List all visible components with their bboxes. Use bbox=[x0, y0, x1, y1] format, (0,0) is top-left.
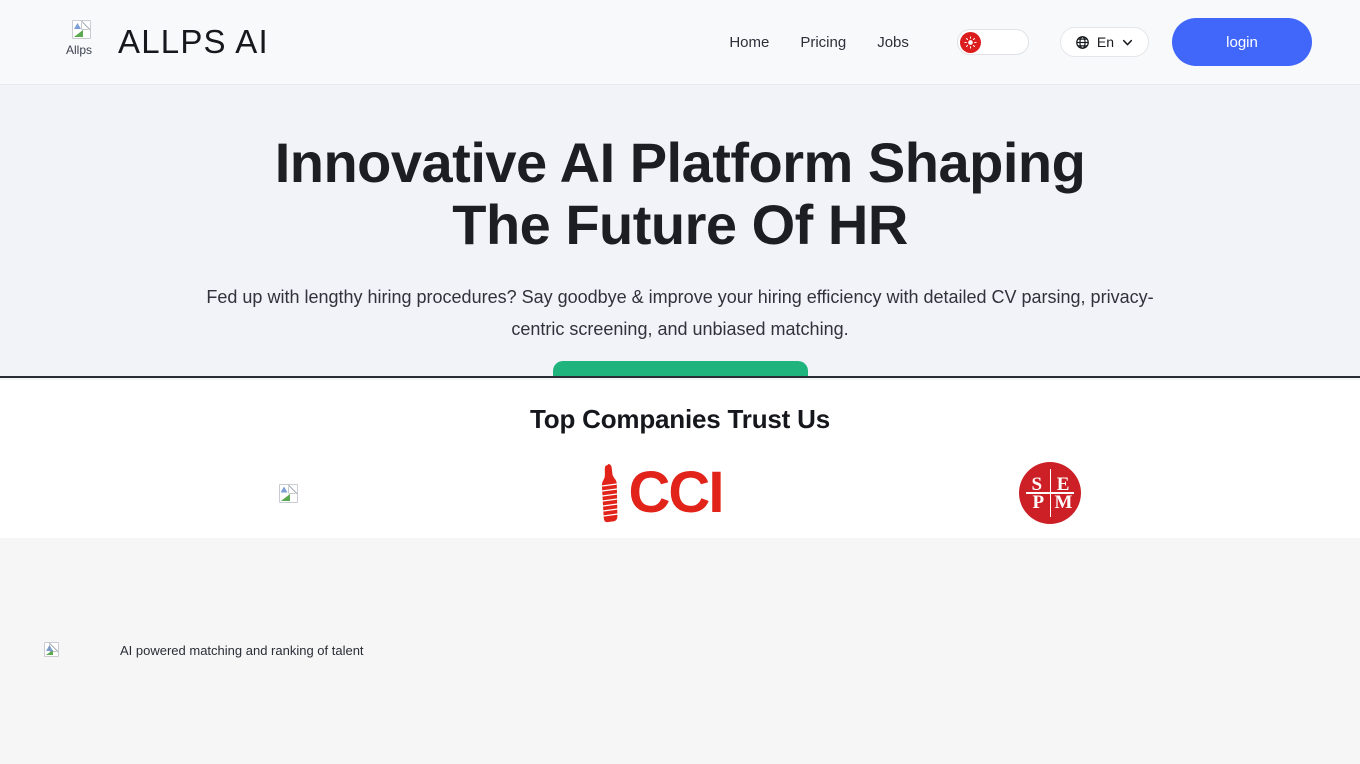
feature-label: AI powered matching and ranking of talen… bbox=[120, 642, 364, 658]
company-logo-row: CCI S E P M bbox=[0, 457, 1360, 529]
page-root: Allps ALLPS AI Home Pricing Jobs En logi… bbox=[0, 0, 1360, 764]
brand-name: ALLPS AI bbox=[118, 23, 269, 60]
company-logo-sepm: S E P M bbox=[1019, 457, 1082, 529]
theme-toggle-knob bbox=[959, 31, 981, 53]
sun-icon bbox=[964, 35, 977, 49]
company-logo-cci: CCI bbox=[595, 457, 725, 529]
brand[interactable]: Allps ALLPS AI bbox=[66, 20, 269, 64]
hero-cta-button[interactable] bbox=[552, 361, 808, 376]
brand-logo-alt-text: Allps bbox=[66, 43, 93, 57]
hero-subtitle: Fed up with lengthy hiring procedures? S… bbox=[206, 287, 1154, 339]
feature-item: AI powered matching and ranking of talen… bbox=[44, 642, 364, 658]
site-header: Allps ALLPS AI Home Pricing Jobs En logi… bbox=[0, 0, 1360, 85]
brand-logo[interactable]: Allps bbox=[66, 20, 104, 64]
main-nav: Home Pricing Jobs En login bbox=[729, 18, 1360, 66]
login-button[interactable]: login bbox=[1172, 18, 1312, 66]
broken-image-icon bbox=[44, 642, 59, 657]
features-section: AI powered matching and ranking of talen… bbox=[0, 538, 1360, 764]
nav-links: Home Pricing Jobs bbox=[729, 34, 909, 51]
sepm-letter-p: P bbox=[1032, 492, 1045, 513]
coca-cola-bottle-icon bbox=[601, 464, 618, 523]
sepm-logo: S E P M bbox=[1019, 462, 1082, 524]
cci-logo: CCI bbox=[595, 460, 725, 525]
hero-section: Innovative AI Platform Shaping The Futur… bbox=[0, 85, 1360, 378]
language-label: En bbox=[1096, 34, 1114, 50]
nav-link-jobs[interactable]: Jobs bbox=[877, 34, 909, 51]
nav-link-home[interactable]: Home bbox=[729, 34, 769, 51]
theme-toggle[interactable] bbox=[956, 29, 1029, 55]
globe-icon bbox=[1076, 35, 1089, 49]
nav-link-pricing[interactable]: Pricing bbox=[800, 34, 846, 51]
chevron-down-icon bbox=[1122, 39, 1133, 45]
cci-logo-text: CCI bbox=[628, 460, 725, 525]
broken-image-icon bbox=[278, 483, 298, 503]
hero-title: Innovative AI Platform Shaping The Futur… bbox=[274, 131, 1086, 256]
broken-image-icon bbox=[72, 20, 91, 39]
trust-title: Top Companies Trust Us bbox=[530, 404, 830, 434]
language-selector[interactable]: En bbox=[1059, 27, 1149, 57]
sepm-letter-m: M bbox=[1054, 492, 1073, 513]
trust-section: Top Companies Trust Us CCI S E P M bbox=[0, 380, 1360, 538]
company-logo-1 bbox=[278, 457, 298, 529]
feature-icon bbox=[44, 642, 60, 658]
